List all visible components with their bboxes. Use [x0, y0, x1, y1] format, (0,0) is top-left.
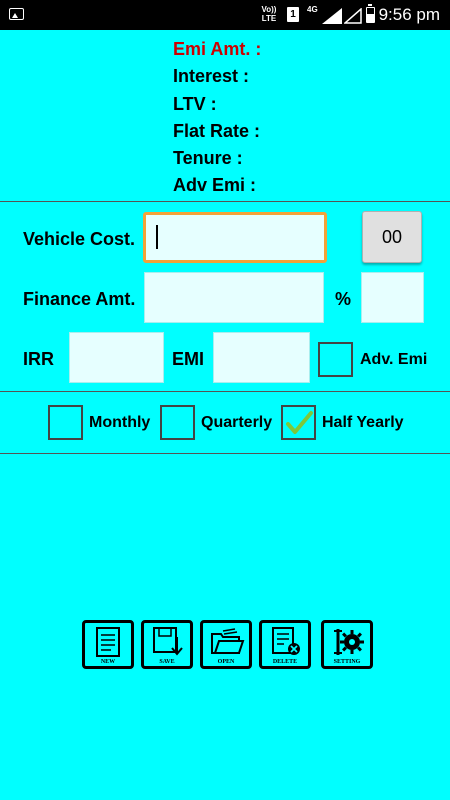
- new-button-label: NEW: [100, 659, 116, 665]
- percent-input[interactable]: [361, 272, 424, 323]
- flat-rate-label: Flat Rate :: [173, 120, 261, 141]
- interest-label: Interest :: [173, 66, 250, 87]
- sim-indicator: 1: [287, 7, 299, 22]
- irr-label: IRR: [23, 349, 54, 369]
- delete-button[interactable]: DELETE: [259, 620, 311, 669]
- percent-label: %: [335, 289, 352, 309]
- monthly-checkbox[interactable]: [48, 405, 83, 440]
- delete-document-icon: [272, 627, 300, 655]
- signal-icon: [322, 8, 342, 24]
- open-folder-icon: [211, 628, 245, 654]
- divider: [0, 391, 450, 392]
- emi-input[interactable]: [213, 332, 310, 383]
- emi-amount-label: Emi Amt. :: [173, 39, 262, 59]
- emi-label: EMI: [172, 349, 205, 369]
- battery-icon: [366, 4, 375, 23]
- new-button[interactable]: NEW: [82, 620, 134, 669]
- double-zero-button[interactable]: 00: [362, 211, 422, 263]
- delete-button-label: DELETE: [272, 659, 298, 665]
- ltv-label: LTV :: [173, 93, 217, 114]
- text-cursor: [156, 225, 158, 249]
- divider: [0, 201, 450, 202]
- clock: 9:56 pm: [378, 5, 440, 24]
- quarterly-checkbox[interactable]: [160, 405, 195, 440]
- setting-button[interactable]: SETTING: [321, 620, 373, 669]
- adv-emi-label: Adv. Emi: [360, 351, 428, 368]
- settings-gear-icon: [334, 629, 364, 655]
- irr-input[interactable]: [69, 332, 164, 383]
- finance-amount-input[interactable]: [144, 272, 324, 323]
- open-button-label: OPEN: [217, 659, 235, 665]
- checkmark-icon: [286, 411, 313, 434]
- signal-outline-icon: [344, 8, 362, 24]
- new-document-icon: [96, 627, 120, 657]
- quarterly-label: Quarterly: [201, 414, 273, 431]
- summary-panel: Emi Amt. : Interest : LTV : Flat Rate : …: [173, 36, 261, 200]
- adv-emi-summary-label: Adv Emi :: [173, 175, 257, 196]
- image-notification-icon: [9, 8, 24, 20]
- open-button[interactable]: OPEN: [200, 620, 252, 669]
- save-button-label: SAVE: [159, 659, 175, 665]
- tenure-label: Tenure :: [173, 148, 243, 169]
- network-type: 4G: [307, 5, 318, 14]
- divider: [0, 453, 450, 454]
- vehicle-cost-label: Vehicle Cost.: [23, 229, 136, 249]
- save-icon: [153, 627, 183, 656]
- setting-button-label: SETTING: [333, 659, 361, 665]
- save-button[interactable]: SAVE: [141, 620, 193, 669]
- finance-amount-label: Finance Amt.: [23, 289, 136, 309]
- volte-indicator: Vo)) LTE: [261, 5, 277, 23]
- status-bar: Vo)) LTE 1 4G 9:56 pm: [0, 0, 450, 30]
- vehicle-cost-input[interactable]: [143, 212, 327, 263]
- half-yearly-label: Half Yearly: [322, 414, 404, 431]
- half-yearly-checkbox[interactable]: [281, 405, 316, 440]
- monthly-label: Monthly: [89, 414, 151, 431]
- adv-emi-checkbox[interactable]: [318, 342, 353, 377]
